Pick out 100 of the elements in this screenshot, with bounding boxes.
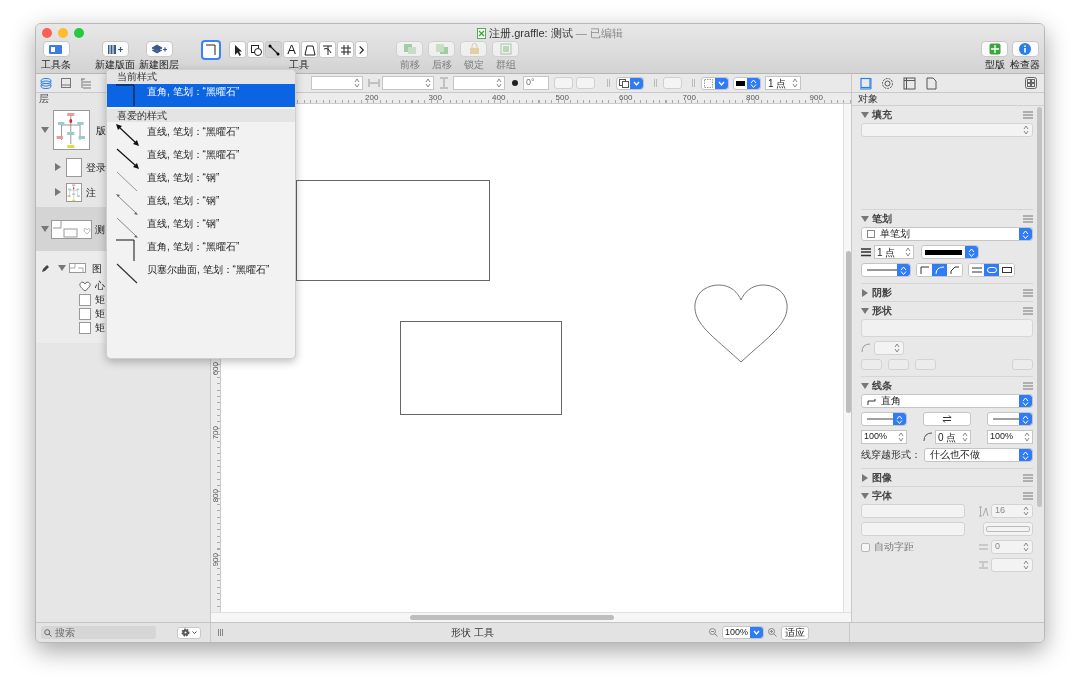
scrollbar-thumb[interactable]: [1037, 107, 1042, 507]
canvas-icon[interactable]: [60, 77, 72, 89]
line-type-select[interactable]: 直角: [861, 394, 1033, 408]
stroke-width-field[interactable]: 1 点: [874, 245, 914, 259]
stepper-icon[interactable]: [496, 78, 502, 88]
input-field[interactable]: [382, 76, 434, 90]
line-pattern-select[interactable]: [861, 263, 911, 277]
stepper-icon[interactable]: [898, 432, 904, 442]
zoom-button[interactable]: [74, 28, 84, 38]
section-title[interactable]: 阴影: [872, 286, 892, 299]
stroke-color-well[interactable]: [921, 245, 979, 259]
search-field[interactable]: 搜索: [41, 626, 156, 639]
stepper-icon[interactable]: [1024, 432, 1030, 442]
outline-icon[interactable]: [80, 77, 92, 89]
expanded-triangle-icon[interactable]: [861, 214, 869, 223]
expanded-triangle-icon[interactable]: [41, 225, 49, 233]
input-field[interactable]: [311, 76, 363, 90]
stepper-icon[interactable]: [1023, 506, 1029, 516]
canvas-name[interactable]: 测: [95, 221, 105, 237]
menu-icon[interactable]: [1023, 288, 1033, 297]
expanded-triangle-icon[interactable]: [58, 264, 66, 272]
scale-field[interactable]: 100%: [987, 430, 1033, 444]
settings-icon[interactable]: [881, 76, 894, 90]
collapsed-triangle-icon[interactable]: [861, 473, 869, 482]
style-item[interactable]: 直角, 笔划：“黑曜石”: [107, 239, 295, 262]
stroke-color-well[interactable]: [733, 76, 761, 90]
stepper-icon[interactable]: [1023, 542, 1029, 552]
style-item[interactable]: 直角, 笔划：“黑曜石”: [107, 84, 295, 107]
canvas-name[interactable]: 登录: [86, 159, 106, 175]
layers-icon[interactable]: [40, 77, 52, 89]
section-title[interactable]: 图像: [872, 471, 892, 484]
toolbar-button[interactable]: [145, 41, 173, 57]
shape-name[interactable]: 心: [95, 280, 105, 292]
tool-button[interactable]: [319, 41, 336, 58]
canvas-name[interactable]: 注: [86, 184, 96, 200]
toolbar-button[interactable]: [101, 41, 129, 57]
section-title[interactable]: 线条: [872, 379, 892, 392]
sidebar-toggle-button[interactable]: [42, 41, 70, 57]
tool-button[interactable]: [355, 41, 368, 58]
stepper-icon[interactable]: [354, 78, 360, 88]
collapsed-triangle-icon[interactable]: [54, 188, 62, 196]
toolbar-button[interactable]: [1011, 41, 1039, 57]
layer-name[interactable]: 图: [92, 260, 102, 276]
menu-icon[interactable]: [1023, 491, 1033, 500]
tool-button[interactable]: [229, 41, 246, 58]
document-icon[interactable]: [925, 76, 938, 90]
canvas-name[interactable]: 版: [96, 122, 106, 138]
scrollbar-thumb[interactable]: [845, 251, 851, 413]
menu-icon[interactable]: [1023, 110, 1033, 119]
segmented-control[interactable]: [968, 263, 1015, 277]
fit-button[interactable]: 适应: [781, 625, 809, 640]
stroke-select[interactable]: [701, 76, 729, 90]
style-item[interactable]: 直线, 笔划：“黑曜石”: [107, 124, 295, 147]
object-icon[interactable]: [859, 76, 872, 90]
tool-button[interactable]: A: [283, 41, 300, 58]
menu-icon[interactable]: [1023, 381, 1033, 390]
zoom-select[interactable]: 100%: [722, 626, 764, 639]
stroke-width-field[interactable]: 1 点: [765, 76, 801, 90]
collapsed-triangle-icon[interactable]: [54, 163, 62, 171]
shape-name[interactable]: 矩: [95, 294, 105, 306]
menu-icon[interactable]: [1023, 306, 1033, 315]
style-item[interactable]: 贝塞尔曲面, 笔划：“黑曜石”: [107, 262, 295, 285]
text-color-well[interactable]: [983, 522, 1033, 536]
stepper-icon[interactable]: [905, 247, 911, 257]
zoom-out-icon[interactable]: [709, 628, 718, 637]
stepper-icon[interactable]: [425, 78, 431, 88]
shadow-select[interactable]: [616, 76, 644, 90]
toolbar-button[interactable]: [981, 41, 1008, 57]
resize-handle-icon[interactable]: [218, 629, 223, 636]
style-item[interactable]: 直线, 笔划：“钢”: [107, 193, 295, 216]
line-crossing-select[interactable]: 什么也不做: [924, 448, 1033, 462]
canvas-icon[interactable]: [903, 76, 916, 90]
style-button[interactable]: [201, 40, 221, 60]
line-head-select[interactable]: [987, 412, 1033, 426]
input-field[interactable]: [453, 76, 505, 90]
menu-icon[interactable]: [1023, 214, 1033, 223]
baseline-field[interactable]: [991, 558, 1033, 572]
zoom-in-icon[interactable]: [768, 628, 777, 637]
style-item[interactable]: 直线, 笔划：“黑曜石”: [107, 147, 295, 170]
stepper-icon[interactable]: [894, 343, 900, 353]
shape-name[interactable]: 矩: [95, 322, 105, 334]
tool-button[interactable]: [265, 41, 282, 58]
scrollbar-thumb[interactable]: [410, 615, 614, 620]
stepper-icon[interactable]: [1023, 125, 1029, 135]
segment-button[interactable]: [999, 264, 1014, 276]
style-item[interactable]: 直线, 笔划：“钢”: [107, 170, 295, 193]
corner-radius-field[interactable]: [874, 341, 904, 355]
section-title[interactable]: 填充: [872, 108, 892, 121]
section-title[interactable]: 笔划: [872, 212, 892, 225]
tool-button[interactable]: [247, 41, 264, 58]
collapsed-triangle-icon[interactable]: [861, 288, 869, 297]
close-button[interactable]: [42, 28, 52, 38]
stepper-icon[interactable]: [962, 432, 968, 442]
style-item[interactable]: 直线, 笔划：“钢”: [107, 216, 295, 239]
expanded-triangle-icon[interactable]: [861, 110, 869, 119]
expanded-triangle-icon[interactable]: [41, 126, 49, 134]
stepper-icon[interactable]: [792, 78, 798, 88]
line-tail-select[interactable]: [861, 412, 907, 426]
midpoint-field[interactable]: 0 点: [935, 430, 971, 444]
tool-button[interactable]: [301, 41, 318, 58]
